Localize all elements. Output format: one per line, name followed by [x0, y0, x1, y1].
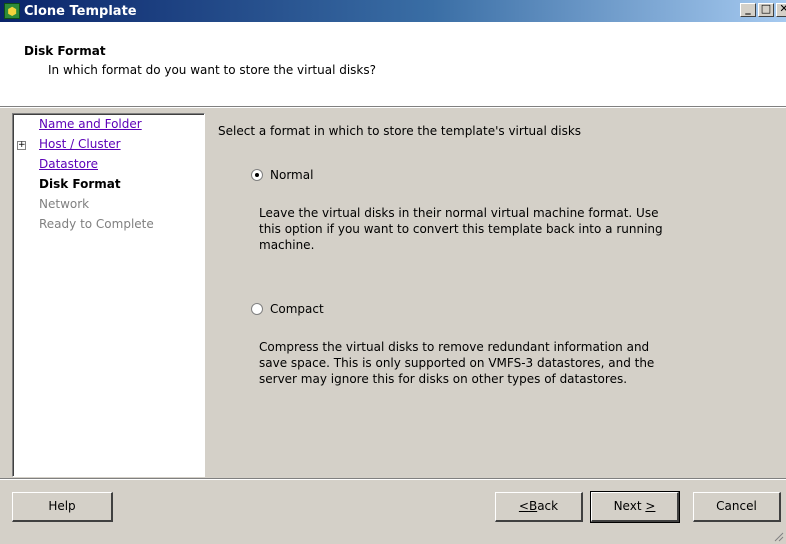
header-divider: [0, 107, 786, 108]
expand-plus-icon[interactable]: +: [17, 141, 26, 150]
minimize-button[interactable]: _: [740, 2, 756, 17]
maximize-button[interactable]: □: [758, 2, 774, 17]
nav-step-name-and-folder[interactable]: Name and Folder: [39, 117, 142, 131]
help-button[interactable]: Help: [12, 492, 113, 522]
normal-label: Normal: [270, 168, 314, 182]
page-subtitle: In which format do you want to store the…: [48, 63, 377, 77]
back-button[interactable]: <Back: [495, 492, 583, 522]
nav-step-host-cluster[interactable]: Host / Cluster: [39, 137, 121, 151]
window-title: Clone Template: [24, 3, 137, 19]
normal-description: Leave the virtual disks in their normal …: [259, 206, 663, 252]
compact-radio[interactable]: [251, 303, 263, 315]
nav-step-disk-format: Disk Format: [39, 177, 121, 191]
app-icon: ⬢: [4, 3, 20, 19]
window-controls: _ □ ✕: [738, 2, 786, 17]
nav-step-ready-to-complete: Ready to Complete: [39, 217, 154, 231]
close-button[interactable]: ✕: [776, 2, 786, 17]
next-button[interactable]: Next >: [590, 491, 680, 523]
title-bar[interactable]: ⬢ Clone Template _ □ ✕: [0, 0, 786, 22]
normal-radio[interactable]: [251, 169, 263, 181]
page-title: Disk Format: [24, 44, 106, 58]
cancel-button[interactable]: Cancel: [693, 492, 781, 522]
disk-format-panel: Select a format in which to store the te…: [205, 113, 786, 477]
compact-description: Compress the virtual disks to remove red…: [259, 340, 655, 386]
maximize-icon: □: [760, 2, 772, 15]
close-icon: ✕: [779, 2, 786, 15]
nav-step-network: Network: [39, 197, 90, 211]
nav-step-datastore[interactable]: Datastore: [39, 157, 98, 171]
minimize-icon: _: [745, 2, 751, 15]
wizard-steps-nav: + Name and Folder Host / Cluster Datasto…: [12, 113, 205, 477]
format-prompt: Select a format in which to store the te…: [218, 124, 582, 138]
resize-grip-icon[interactable]: [772, 530, 784, 542]
compact-label: Compact: [270, 302, 324, 316]
wizard-header: Disk Format In which format do you want …: [0, 22, 786, 107]
compact-option[interactable]: Compact: [251, 302, 324, 316]
clone-template-dialog: ⬢ Clone Template _ □ ✕ Disk Format In wh…: [0, 0, 786, 544]
normal-option[interactable]: Normal: [251, 168, 313, 182]
